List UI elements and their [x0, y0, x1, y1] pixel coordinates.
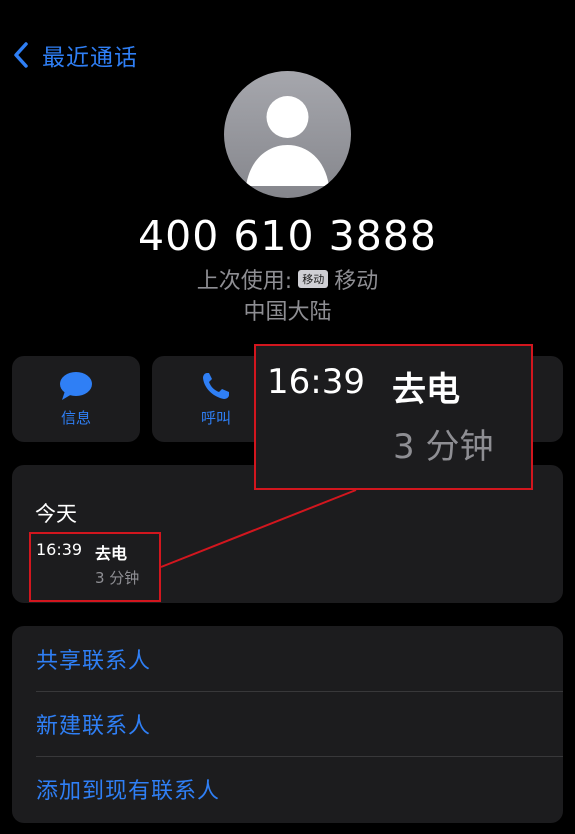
region: 中国大陆: [243, 300, 332, 325]
phone-icon: [203, 372, 229, 399]
message-label: 信息: [60, 408, 91, 427]
share-contact-button[interactable]: 共享联系人: [12, 626, 563, 691]
chevron-left-icon: [14, 42, 28, 68]
phone-number: 400 610 3888: [138, 212, 437, 260]
last-used-label: 上次使用:: [196, 269, 293, 294]
last-used-line: 上次使用: 移动 移动: [0, 263, 575, 295]
back-label: 最近通话: [42, 45, 138, 71]
carrier-badge: 移动: [298, 270, 329, 288]
history-day: 今天: [35, 502, 77, 526]
callout-type: 去电: [392, 370, 460, 410]
person-icon: [246, 96, 329, 186]
call-label: 呼叫: [200, 408, 231, 427]
new-contact-button[interactable]: 新建联系人: [12, 691, 563, 756]
add-to-existing-contact-button[interactable]: 添加到现有联系人: [12, 756, 563, 821]
carrier-name: 移动: [334, 269, 379, 294]
avatar: [224, 71, 351, 198]
back-button[interactable]: 最近通话: [12, 38, 138, 72]
message-button[interactable]: 信息: [12, 356, 140, 442]
contact-options-card: 共享联系人 新建联系人 添加到现有联系人: [12, 626, 563, 823]
callout-time: 16:39: [267, 362, 365, 402]
highlight-box: [29, 532, 161, 602]
callout-duration: 3 分钟: [393, 427, 494, 467]
message-icon: [60, 371, 92, 400]
